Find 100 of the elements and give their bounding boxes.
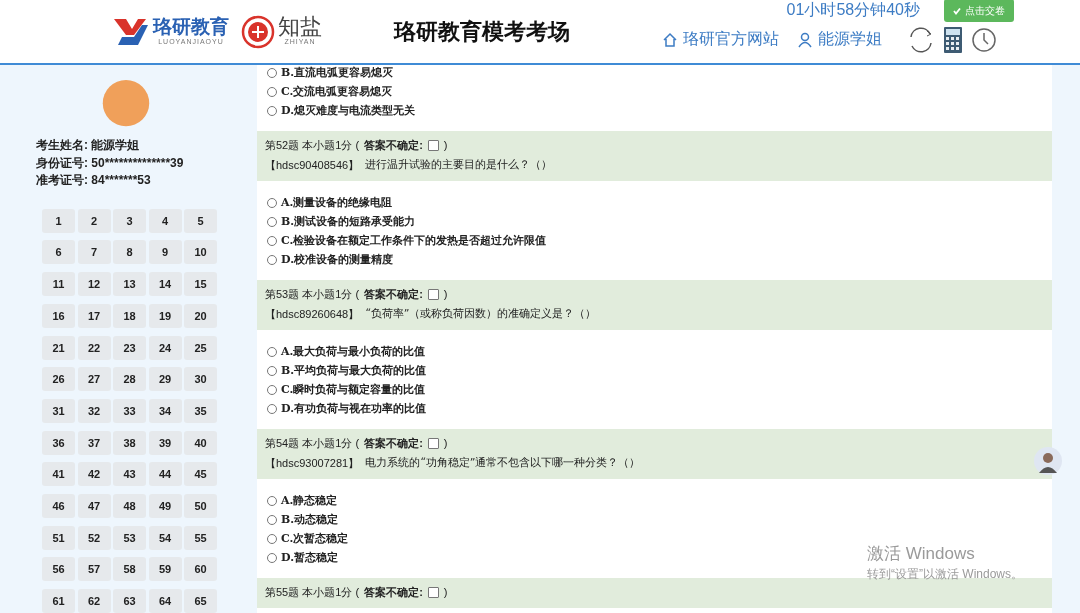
question-number-button[interactable]: 34 <box>148 398 182 423</box>
question-number-button[interactable]: 28 <box>113 367 146 392</box>
uncertain-checkbox[interactable] <box>427 139 439 151</box>
question-number-button[interactable]: 30 <box>184 367 217 392</box>
question-number-button[interactable]: 21 <box>42 335 75 360</box>
question-number-button[interactable]: 32 <box>77 398 111 423</box>
question-number-button[interactable]: 56 <box>42 557 75 582</box>
question-number-button[interactable]: 53 <box>113 525 146 550</box>
question-number-button[interactable]: 17 <box>77 303 111 328</box>
question-number-button[interactable]: 36 <box>42 430 75 455</box>
question-number-button[interactable]: 19 <box>148 303 182 328</box>
question-number-button[interactable]: 3 <box>113 208 146 233</box>
question-number-button[interactable]: 6 <box>42 240 75 265</box>
question-number-button[interactable]: 4 <box>148 208 182 233</box>
question-title: 第54题 本小题1分 ( <box>265 436 360 451</box>
question-number-button[interactable]: 43 <box>113 462 146 487</box>
question-number-button[interactable]: 7 <box>77 240 111 265</box>
radio-button[interactable] <box>267 533 277 544</box>
question-number-button[interactable]: 16 <box>42 303 75 328</box>
question-number-button[interactable]: 51 <box>42 525 75 550</box>
option-label: C.次暂态稳定 <box>281 531 349 546</box>
question-number-button[interactable]: 27 <box>77 367 111 392</box>
candidate-info: 准考证号: 84*******53 <box>36 172 152 190</box>
option-label: B.平均负荷与最大负荷的比值 <box>281 363 427 378</box>
radio-button[interactable] <box>267 495 277 506</box>
question-number-button[interactable]: 26 <box>42 367 75 392</box>
question-number-button[interactable]: 14 <box>148 272 182 297</box>
question-number-button[interactable]: 63 <box>113 589 146 613</box>
question-number-button[interactable]: 10 <box>184 240 217 265</box>
question-number-button[interactable]: 60 <box>184 557 217 582</box>
question-number-button[interactable]: 12 <box>77 272 111 297</box>
website-link[interactable]: 珞研官方网站 <box>662 29 779 50</box>
question-number-button[interactable]: 38 <box>113 430 146 455</box>
uncertain-checkbox[interactable] <box>427 586 439 598</box>
uncertain-checkbox[interactable] <box>427 437 439 449</box>
question-title: ) <box>443 287 448 302</box>
question-number-button[interactable]: 45 <box>184 462 217 487</box>
radio-button[interactable] <box>267 403 277 414</box>
question-number-button[interactable]: 58 <box>113 557 146 582</box>
radio-button[interactable] <box>267 105 277 116</box>
question-number-button[interactable]: 5 <box>184 208 217 233</box>
question-number-button[interactable]: 1 <box>42 208 75 233</box>
page-title: 珞研教育模考考场 <box>394 17 570 46</box>
user-link[interactable]: 能源学姐 <box>797 29 882 50</box>
question-number-button[interactable]: 49 <box>148 493 182 518</box>
question-number-button[interactable]: 37 <box>77 430 111 455</box>
question-number-button[interactable]: 62 <box>77 589 111 613</box>
question-number-button[interactable]: 57 <box>77 557 111 582</box>
question-number-button[interactable]: 24 <box>148 335 182 360</box>
question-number-button[interactable]: 20 <box>184 303 217 328</box>
radio-button[interactable] <box>267 384 277 395</box>
question-number-button[interactable]: 25 <box>184 335 217 360</box>
radio-button[interactable] <box>267 254 277 265</box>
radio-button[interactable] <box>267 365 277 376</box>
question-number-button[interactable]: 50 <box>184 493 217 518</box>
radio-button[interactable] <box>267 197 277 208</box>
question-number-button[interactable]: 35 <box>184 398 217 423</box>
question-number-button[interactable]: 48 <box>113 493 146 518</box>
question-number-button[interactable]: 23 <box>113 335 146 360</box>
option-label: D.熄灭难度与电流类型无关 <box>281 103 415 118</box>
radio-button[interactable] <box>267 67 277 78</box>
user-icon <box>797 31 813 48</box>
option-label: D.有功负荷与视在功率的比值 <box>281 401 426 416</box>
question-number-button[interactable]: 8 <box>113 240 146 265</box>
question-number-button[interactable]: 9 <box>148 240 182 265</box>
question-number-button[interactable]: 18 <box>113 303 146 328</box>
question-number-button[interactable]: 40 <box>184 430 217 455</box>
question-number-button[interactable]: 2 <box>77 208 111 233</box>
question-number-button[interactable]: 59 <box>148 557 182 582</box>
radio-button[interactable] <box>267 346 277 357</box>
question-number-button[interactable]: 15 <box>184 272 217 297</box>
calculator-icon[interactable] <box>942 24 964 55</box>
question-number-button[interactable]: 41 <box>42 462 75 487</box>
uncertain-checkbox[interactable] <box>427 288 439 300</box>
radio-button[interactable] <box>267 216 277 227</box>
question-number-button[interactable]: 52 <box>77 525 111 550</box>
question-number-button[interactable]: 64 <box>148 589 182 613</box>
question-number-button[interactable]: 39 <box>148 430 182 455</box>
question-number-button[interactable]: 61 <box>42 589 75 613</box>
radio-button[interactable] <box>267 552 277 563</box>
question-number-button[interactable]: 44 <box>148 462 182 487</box>
question-number-button[interactable]: 33 <box>113 398 146 423</box>
question-number-button[interactable]: 29 <box>148 367 182 392</box>
question-number-button[interactable]: 13 <box>113 272 146 297</box>
question-number-button[interactable]: 42 <box>77 462 111 487</box>
question-title: 第55题 本小题1分 ( <box>265 585 360 600</box>
question-number-button[interactable]: 55 <box>184 525 217 550</box>
question-number-button[interactable]: 31 <box>42 398 75 423</box>
question-number-button[interactable]: 22 <box>77 335 111 360</box>
radio-button[interactable] <box>267 235 277 246</box>
question-number-button[interactable]: 46 <box>42 493 75 518</box>
question-number-button[interactable]: 11 <box>42 272 75 297</box>
question-number-button[interactable]: 65 <box>184 589 217 613</box>
question-number-button[interactable]: 54 <box>148 525 182 550</box>
assistant-avatar[interactable] <box>1034 447 1062 475</box>
candidate-info: 身份证号: 50**************39 <box>36 154 185 172</box>
question-number-button[interactable]: 47 <box>77 493 111 518</box>
logo-text: 珞研教育 <box>153 17 229 37</box>
radio-button[interactable] <box>267 514 277 525</box>
radio-button[interactable] <box>267 86 277 97</box>
